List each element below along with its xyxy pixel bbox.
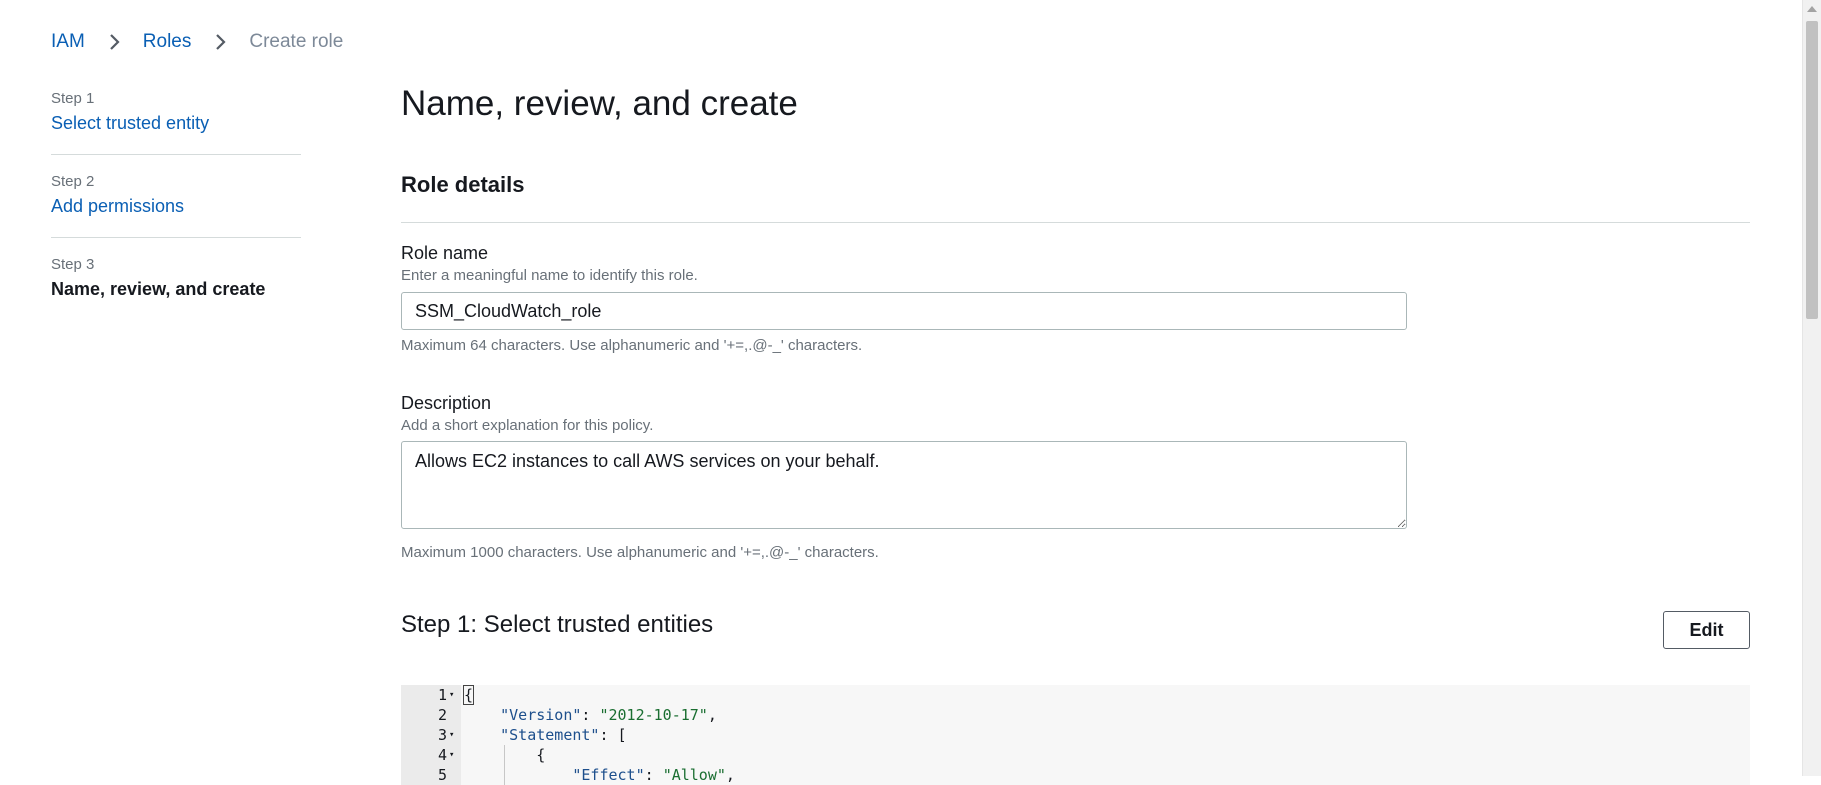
json-brace: { [536, 746, 546, 764]
line-number: 2 [437, 706, 447, 724]
edit-trusted-entities-button[interactable]: Edit [1663, 611, 1750, 649]
code-brace: { [462, 685, 475, 705]
chevron-right-icon [215, 32, 227, 52]
step-number: Step 2 [51, 173, 95, 190]
role-name-input[interactable] [401, 292, 1407, 330]
wizard-step-2: Step 2 Add permissions [51, 173, 301, 238]
role-name-label: Role name [401, 243, 489, 263]
code-text: "Statement": [ [464, 725, 627, 745]
description-constraint: Maximum 1000 characters. Use alphanumeri… [401, 544, 879, 561]
code-text: { [462, 685, 475, 705]
description-textarea[interactable]: Allows EC2 instances to call AWS service… [401, 441, 1407, 529]
role-name-hint: Enter a meaningful name to identify this… [401, 267, 698, 284]
code-text: { [464, 745, 545, 765]
step-link-add-permissions[interactable]: Add permissions [51, 196, 301, 217]
step-link-select-trusted-entity[interactable]: Select trusted entity [51, 113, 301, 134]
fold-toggle-icon[interactable]: ▾ [449, 685, 457, 705]
code-text: "Effect": "Allow", [464, 765, 735, 785]
json-colon: : [644, 766, 663, 784]
trust-policy-code-editor[interactable]: 1 ▾ { 2 "Version": "2012-10-17", 3 ▾ "St… [401, 685, 1750, 785]
json-key: "Effect" [572, 766, 645, 784]
json-colon: : [599, 726, 618, 744]
role-name-constraint: Maximum 64 characters. Use alphanumeric … [401, 337, 863, 354]
wizard-step-3: Step 3 Name, review, and create [51, 256, 301, 320]
vertical-scrollbar[interactable] [1802, 0, 1821, 776]
json-comma: , [725, 766, 735, 784]
line-number: 1 [437, 686, 447, 704]
page-title: Name, review, and create [401, 84, 798, 123]
json-string: "2012-10-17" [599, 706, 708, 724]
line-number: 4 [437, 746, 447, 764]
code-text: "Version": "2012-10-17", [464, 705, 717, 725]
trusted-entities-title: Step 1: Select trusted entities [401, 611, 714, 638]
scrollbar-thumb[interactable] [1806, 21, 1818, 319]
step-number: Step 1 [51, 90, 95, 107]
json-comma: , [707, 706, 717, 724]
wizard-steps: Step 1 Select trusted entity Step 2 Add … [51, 90, 301, 338]
wizard-step-1: Step 1 Select trusted entity [51, 90, 301, 155]
fold-toggle-icon[interactable]: ▾ [449, 745, 457, 765]
scroll-up-arrow-icon[interactable] [1807, 6, 1817, 12]
description-hint: Add a short explanation for this policy. [401, 417, 654, 434]
role-details-title: Role details [401, 172, 525, 197]
breadcrumb-iam-link[interactable]: IAM [51, 31, 85, 53]
line-number: 3 [437, 726, 447, 744]
fold-toggle-icon[interactable]: ▾ [449, 725, 457, 745]
breadcrumb-current: Create role [249, 31, 344, 52]
step-current-name-review-create: Name, review, and create [51, 279, 266, 299]
breadcrumb: IAM Roles Create role [51, 31, 343, 53]
json-colon: : [581, 706, 600, 724]
json-bracket: [ [617, 726, 627, 744]
section-divider [401, 222, 1750, 223]
step-number: Step 3 [51, 256, 95, 273]
description-label: Description [401, 393, 492, 413]
json-key: "Version" [500, 706, 582, 724]
line-number: 5 [437, 766, 447, 784]
chevron-right-icon [109, 32, 121, 52]
breadcrumb-roles-link[interactable]: Roles [143, 31, 192, 53]
json-string: "Allow" [662, 766, 726, 784]
json-key: "Statement" [500, 726, 600, 744]
